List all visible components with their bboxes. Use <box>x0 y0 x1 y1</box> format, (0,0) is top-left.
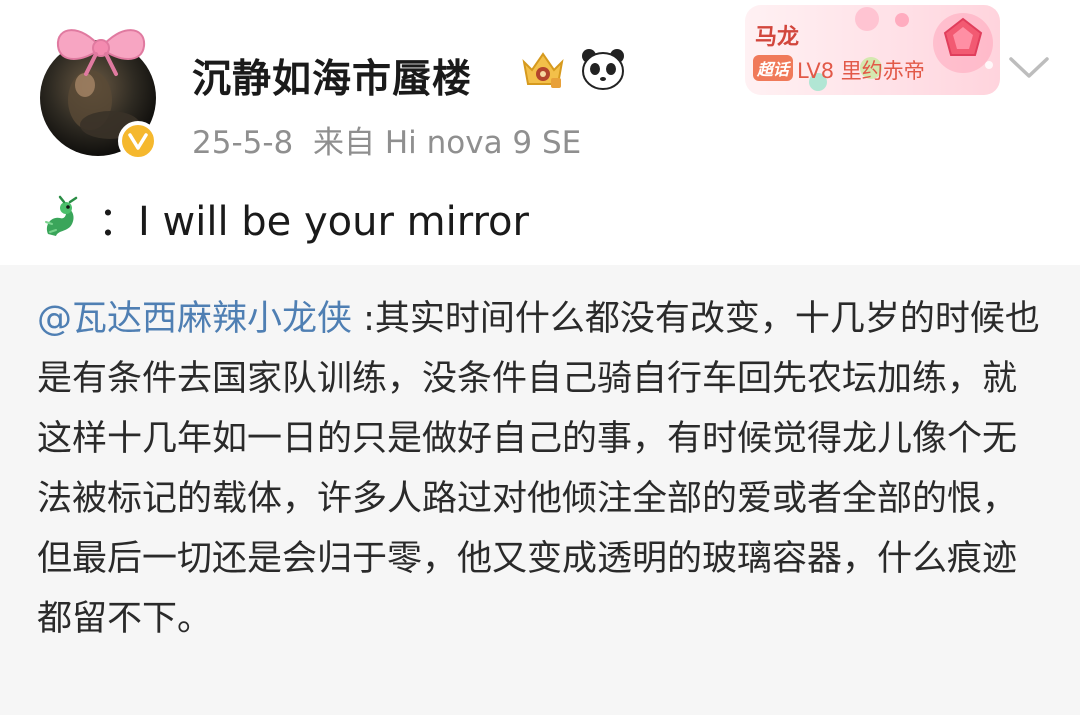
chevron-down-icon[interactable] <box>1006 52 1052 82</box>
dragon-icon <box>45 195 78 236</box>
gem-icon <box>933 13 993 73</box>
fan-card[interactable]: 马龙 超话 LV8 里约赤帝 <box>745 5 1000 95</box>
panda-icon <box>582 49 624 90</box>
avatar-container[interactable] <box>38 18 163 161</box>
repost-body: :其实时间什么都没有改变，十几岁的时候也是有条件去国家队训练，没条件自己骑自行车… <box>37 299 1040 639</box>
fan-card-name: 马龙 <box>755 25 800 50</box>
caption-text: ：I will be your mirror <box>98 199 529 245</box>
bow-decoration-icon <box>56 29 146 76</box>
repost-text: @瓦达西麻辣小龙侠 :其实时间什么都没有改变，十几岁的时候也是有条件去国家队训练… <box>37 289 1047 649</box>
verified-badge-icon <box>118 121 158 161</box>
crown-icon <box>522 52 564 88</box>
post-date: 25-5-8 <box>192 125 294 161</box>
mention-link[interactable]: @瓦达西麻辣小龙侠 <box>37 299 352 339</box>
post-caption: ：I will be your mirror <box>38 188 529 248</box>
repost-container[interactable]: @瓦达西麻辣小龙侠 :其实时间什么都没有改变，十几岁的时候也是有条件去国家队训练… <box>0 265 1080 715</box>
post-header: 沉静如海市蜃楼 25-5-8 来自 Hi nova 9 SE 马龙 超话 LV8… <box>0 0 1080 180</box>
post-meta: 25-5-8 来自 Hi nova 9 SE <box>192 117 581 162</box>
fan-level: LV8 里约赤帝 <box>797 59 925 83</box>
post-source: 来自 Hi nova 9 SE <box>312 125 582 161</box>
username[interactable]: 沉静如海市蜃楼 <box>192 48 472 104</box>
supertopic-badge: 超话 <box>753 55 793 81</box>
